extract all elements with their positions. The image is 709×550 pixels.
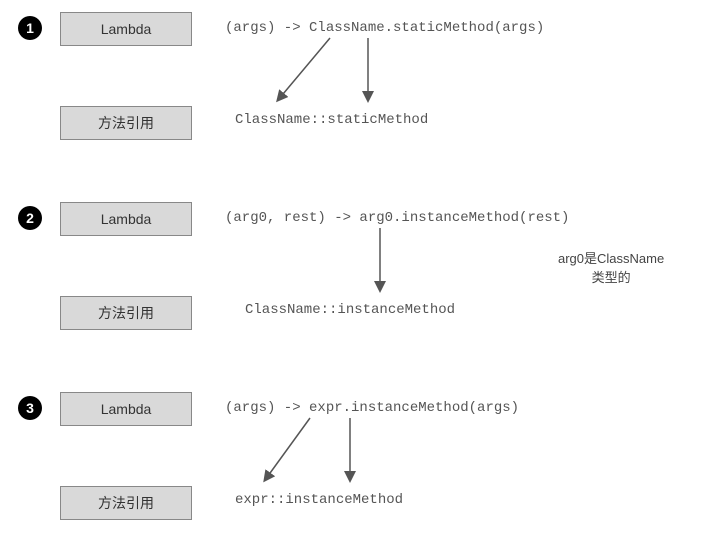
method-ref-code: ClassName::staticMethod <box>235 112 428 128</box>
note-line2: 类型的 <box>558 267 664 286</box>
lambda-code: (args) -> expr.instanceMethod(args) <box>225 400 519 416</box>
step-number: 2 <box>18 206 42 230</box>
step-number: 3 <box>18 396 42 420</box>
section-1: 1 Lambda 方法引用 (args) -> ClassName.static… <box>10 10 699 150</box>
lambda-code: (args) -> ClassName.staticMethod(args) <box>225 20 544 36</box>
lambda-box: Lambda <box>60 392 192 426</box>
type-note: arg0是ClassName 类型的 <box>558 248 664 286</box>
lambda-code: (arg0, rest) -> arg0.instanceMethod(rest… <box>225 210 569 226</box>
method-ref-box: 方法引用 <box>60 106 192 140</box>
method-ref-box: 方法引用 <box>60 486 192 520</box>
method-ref-code: expr::instanceMethod <box>235 492 403 508</box>
method-ref-box: 方法引用 <box>60 296 192 330</box>
method-ref-code: ClassName::instanceMethod <box>245 302 455 318</box>
section-3: 3 Lambda 方法引用 (args) -> expr.instanceMet… <box>10 390 699 530</box>
lambda-box: Lambda <box>60 202 192 236</box>
step-number: 1 <box>18 16 42 40</box>
lambda-box: Lambda <box>60 12 192 46</box>
section-2: 2 Lambda 方法引用 (arg0, rest) -> arg0.insta… <box>10 200 699 340</box>
note-line1: arg0是ClassName <box>558 248 664 267</box>
